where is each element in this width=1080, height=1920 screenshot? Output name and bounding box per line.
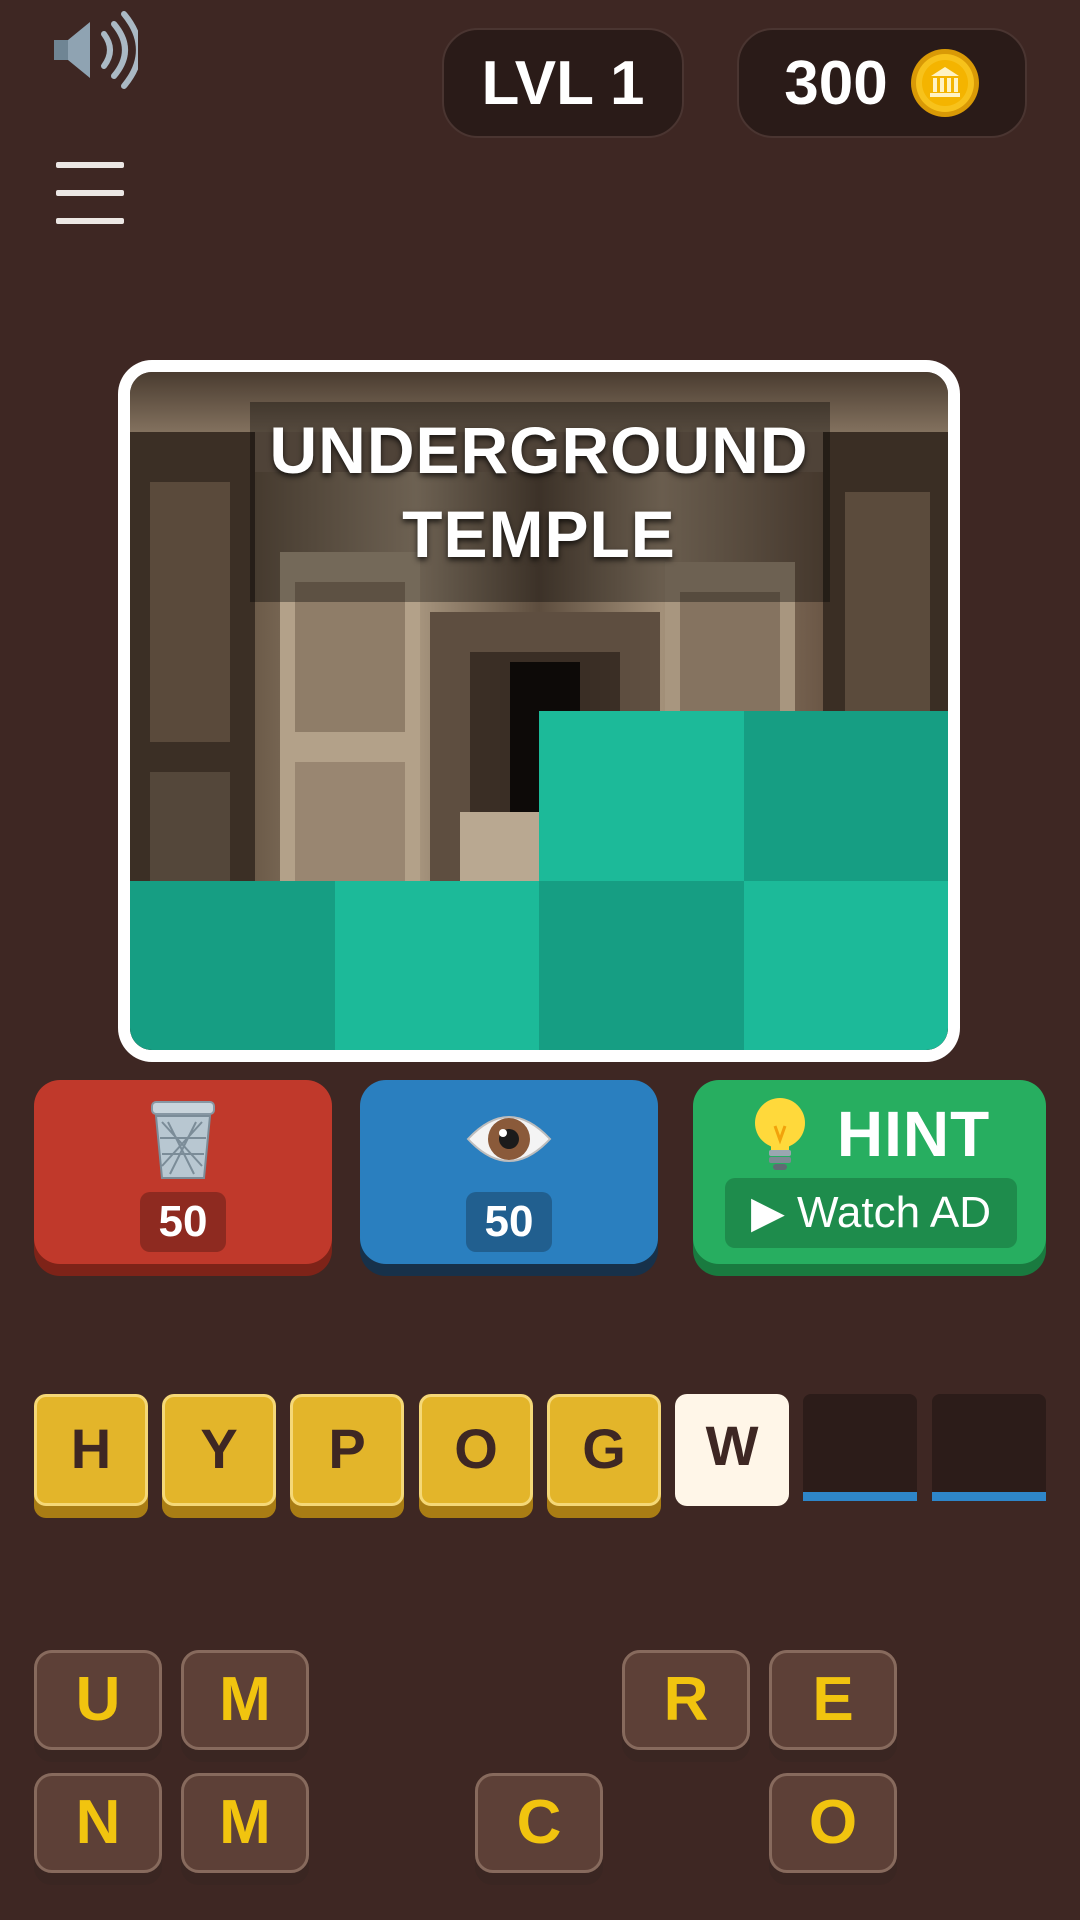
letter-key[interactable]: U <box>34 1650 162 1750</box>
letter-key[interactable]: N <box>34 1773 162 1873</box>
level-label: LVL 1 <box>481 48 645 118</box>
coin-balance[interactable]: 300 <box>737 28 1027 138</box>
cover-tile <box>743 880 948 1050</box>
remove-letters-button[interactable]: 50 <box>34 1080 332 1264</box>
caption-line-2: TEMPLE <box>402 497 676 571</box>
caption-line-1: UNDERGROUND <box>269 413 809 487</box>
letter-key[interactable]: E <box>769 1650 897 1750</box>
watch-ad-button[interactable]: ▶ Watch AD <box>725 1178 1017 1248</box>
remove-letters-cost: 50 <box>140 1192 226 1252</box>
light-bulb-icon <box>754 1098 805 1170</box>
answer-slot[interactable]: O <box>419 1394 533 1506</box>
trash-can-icon <box>151 1101 215 1179</box>
answer-slot-empty[interactable] <box>932 1394 1046 1501</box>
hamburger-menu-icon <box>56 162 124 168</box>
letter-key[interactable]: C <box>475 1773 603 1873</box>
answer-slot[interactable]: P <box>290 1394 404 1506</box>
puzzle-caption: UNDERGROUND TEMPLE <box>130 408 948 576</box>
letter-key[interactable]: R <box>622 1650 750 1750</box>
letter-key[interactable]: M <box>181 1650 309 1750</box>
answer-slot-empty[interactable] <box>803 1394 917 1501</box>
coin-icon <box>910 49 979 117</box>
answer-slot[interactable]: Y <box>162 1394 276 1506</box>
cover-tile <box>539 880 744 1050</box>
eye-icon <box>466 1116 552 1162</box>
cover-tile <box>743 711 948 881</box>
cover-tile <box>539 711 744 881</box>
letter-key[interactable]: M <box>181 1773 309 1873</box>
reveal-letter-cost: 50 <box>466 1192 552 1252</box>
cover-tile <box>130 880 335 1050</box>
coin-count: 300 <box>784 48 888 118</box>
puzzle-image-frame: UNDERGROUND TEMPLE <box>118 360 960 1062</box>
hint-label: HINT <box>836 1098 991 1170</box>
menu-button[interactable] <box>56 160 126 228</box>
puzzle-image: UNDERGROUND TEMPLE <box>130 372 948 1050</box>
answer-slot[interactable]: H <box>34 1394 148 1506</box>
reveal-letter-button[interactable]: 50 <box>360 1080 658 1264</box>
hint-button[interactable]: HINT ▶ Watch AD <box>693 1080 1046 1264</box>
letter-key[interactable]: O <box>769 1773 897 1873</box>
answer-slot-revealed: W <box>675 1394 789 1506</box>
sound-toggle-button[interactable] <box>48 10 142 90</box>
level-indicator: LVL 1 <box>442 28 684 138</box>
speaker-icon <box>54 11 142 89</box>
answer-slot[interactable]: G <box>547 1394 661 1506</box>
game-screen: LVL 1 300 UNDERGROUND TEMPLE 50 50 HINT … <box>0 0 1080 1920</box>
cover-tile <box>334 880 539 1050</box>
